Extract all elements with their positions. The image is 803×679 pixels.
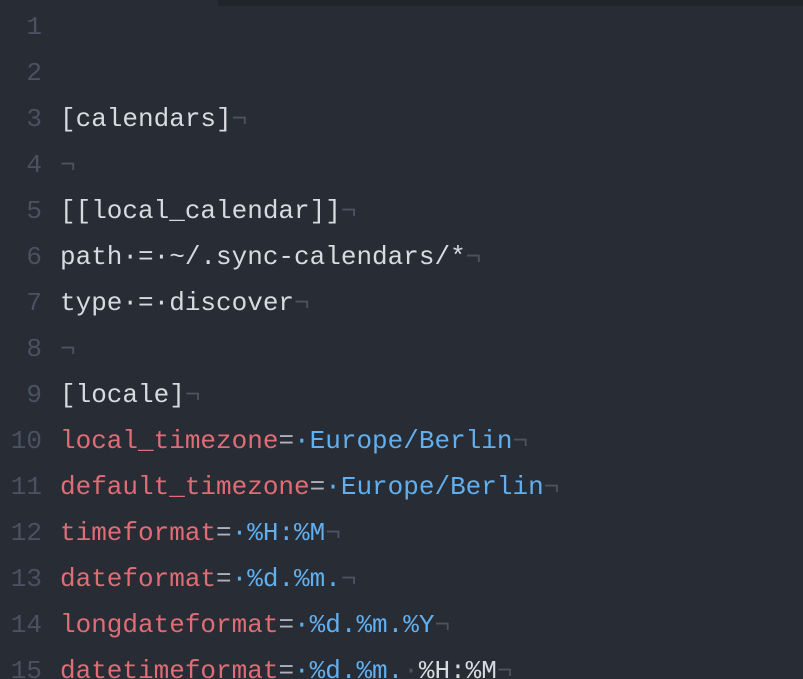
code-token: [[local_calendar]]	[60, 196, 341, 226]
code-token: path·=·~/.sync-calendars/*	[60, 242, 466, 272]
line-number: 1	[0, 4, 42, 50]
code-token: dateformat	[60, 564, 216, 594]
tab-bottom-shadow	[218, 0, 803, 6]
line-number: 9	[0, 372, 42, 418]
code-token: ¬	[185, 380, 201, 410]
code-token: ¬	[466, 242, 482, 272]
code-token: ·%d.%m.	[294, 656, 403, 679]
code-token: %H:%M	[419, 656, 497, 679]
code-token: longdateformat	[60, 610, 278, 640]
line-number: 3	[0, 96, 42, 142]
code-line[interactable]: [locale]¬	[60, 372, 803, 418]
code-line[interactable]: local_timezone=·Europe/Berlin¬	[60, 418, 803, 464]
code-line[interactable]: type·=·discover¬	[60, 280, 803, 326]
line-number: 12	[0, 510, 42, 556]
code-token: ¬	[434, 610, 450, 640]
code-line[interactable]: ¬	[60, 326, 803, 372]
code-token: ·	[403, 656, 419, 679]
line-number: 7	[0, 280, 42, 326]
code-token: ·%d.%m.	[232, 564, 341, 594]
code-token: local_timezone	[60, 426, 278, 456]
line-number: 2	[0, 50, 42, 96]
line-number: 15	[0, 648, 42, 679]
line-number: 14	[0, 602, 42, 648]
line-number: 8	[0, 326, 42, 372]
code-line[interactable]: default_timezone=·Europe/Berlin¬	[60, 464, 803, 510]
code-token: ¬	[341, 564, 357, 594]
code-token: =	[310, 472, 326, 502]
code-token: ¬	[497, 656, 513, 679]
code-area[interactable]: [calendars]¬¬[[local_calendar]]¬path·=·~…	[60, 0, 803, 679]
line-number: 6	[0, 234, 42, 280]
code-token: =	[278, 426, 294, 456]
code-token: =	[278, 656, 294, 679]
line-number: 11	[0, 464, 42, 510]
code-token: =	[278, 610, 294, 640]
code-token: ¬	[544, 472, 560, 502]
code-line[interactable]: timeformat=·%H:%M¬	[60, 510, 803, 556]
code-token: ¬	[341, 196, 357, 226]
line-number-gutter: 123456789101112131415	[0, 0, 60, 679]
code-token: [calendars]	[60, 104, 232, 134]
code-token: ¬	[232, 104, 248, 134]
code-token: default_timezone	[60, 472, 310, 502]
code-token: ¬	[60, 334, 76, 364]
code-token: datetimeformat	[60, 656, 278, 679]
code-token: =	[216, 518, 232, 548]
code-token: ¬	[325, 518, 341, 548]
code-token: ·Europe/Berlin	[325, 472, 543, 502]
code-line[interactable]: ¬	[60, 142, 803, 188]
line-number: 13	[0, 556, 42, 602]
line-number: 10	[0, 418, 42, 464]
line-number: 5	[0, 188, 42, 234]
code-token: ·%H:%M	[232, 518, 326, 548]
code-line[interactable]: longdateformat=·%d.%m.%Y¬	[60, 602, 803, 648]
code-token: [locale]	[60, 380, 185, 410]
code-token: type·=·discover	[60, 288, 294, 318]
code-token: ·Europe/Berlin	[294, 426, 512, 456]
line-number: 4	[0, 142, 42, 188]
code-token: ¬	[60, 150, 76, 180]
code-token: ¬	[512, 426, 528, 456]
code-token: ·%d.%m.%Y	[294, 610, 434, 640]
code-token: timeformat	[60, 518, 216, 548]
code-token: ¬	[294, 288, 310, 318]
code-line[interactable]: dateformat=·%d.%m.¬	[60, 556, 803, 602]
code-line[interactable]: [calendars]¬	[60, 96, 803, 142]
code-line[interactable]: datetimeformat=·%d.%m.·%H:%M¬	[60, 648, 803, 679]
code-line[interactable]: path·=·~/.sync-calendars/*¬	[60, 234, 803, 280]
code-line[interactable]: [[local_calendar]]¬	[60, 188, 803, 234]
code-token: =	[216, 564, 232, 594]
